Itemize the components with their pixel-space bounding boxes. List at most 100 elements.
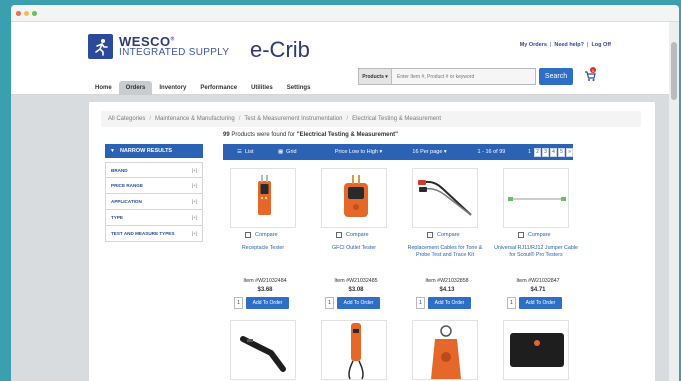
compare-label: Compare — [255, 232, 278, 238]
quantity-input[interactable]: 1 — [234, 297, 243, 309]
page-1[interactable]: 1 — [526, 148, 533, 157]
page-2[interactable]: 2 — [534, 147, 542, 157]
log-off-link[interactable]: Log Off — [591, 42, 611, 48]
list-icon: ☰ — [237, 149, 242, 155]
product-image[interactable] — [412, 168, 478, 228]
expand-filter-icon[interactable]: [+] — [192, 231, 197, 236]
add-to-order-button[interactable]: Add To Order — [246, 297, 289, 309]
checkbox-box[interactable] — [518, 232, 524, 238]
my-orders-link[interactable]: My Orders — [520, 42, 547, 48]
maximize-window-icon[interactable] — [32, 11, 37, 16]
cart-icon[interactable]: 1 — [584, 67, 596, 85]
expand-filter-icon[interactable]: [+] — [192, 168, 197, 173]
cart-count-badge: 1 — [590, 67, 596, 73]
product-name-link[interactable]: Receptacle Tester — [220, 245, 306, 252]
nav-tab-settings[interactable]: Settings — [280, 81, 318, 95]
minimize-window-icon[interactable] — [24, 11, 29, 16]
filter-type[interactable]: TYPE [+] — [105, 210, 203, 226]
filter-label: TEST AND MEASURE TYPES — [111, 231, 175, 236]
quantity-input[interactable]: 1 — [416, 297, 425, 309]
search-button[interactable]: Search — [539, 68, 573, 85]
search-category-select[interactable]: Products ▾ — [359, 69, 392, 84]
product-image[interactable] — [321, 320, 387, 380]
add-to-order-button[interactable]: Add To Order — [519, 297, 562, 309]
quantity-input[interactable]: 1 — [325, 297, 334, 309]
nav-tab-home[interactable]: Home — [88, 81, 119, 95]
product-item-number: Item #W21032484 — [243, 278, 287, 284]
checkbox-box[interactable] — [336, 232, 342, 238]
filter-application[interactable]: APPLICATION [+] — [105, 194, 203, 210]
app-brand-title: e-Crib — [250, 37, 310, 62]
expand-filter-icon[interactable]: [+] — [192, 199, 197, 204]
browser-window: WESCO® INTEGRATED SUPPLY e-Crib My Order… — [11, 5, 679, 381]
next-page[interactable]: » — [566, 147, 574, 157]
filter-label: APPLICATION — [111, 199, 142, 204]
nav-tab-performance[interactable]: Performance — [193, 81, 244, 95]
pagination: 1 2 3 4 5 » — [526, 147, 574, 157]
product-image[interactable] — [230, 320, 296, 380]
search-input[interactable] — [392, 73, 535, 80]
product-price: $3.08 — [348, 287, 364, 293]
filter-label: BRAND — [111, 167, 128, 173]
product-name-link[interactable]: GFCI Outlet Tester — [311, 245, 397, 252]
grid-icon: ▦ — [277, 149, 284, 155]
product-name-link[interactable]: Universal RJ11/RJ12 Jumper Cable for Sco… — [493, 245, 579, 259]
narrow-results-header[interactable]: ▼ NARROW RESULTS — [105, 144, 203, 158]
compare-label: Compare — [346, 232, 369, 238]
add-to-order-button[interactable]: Add To Order — [428, 297, 471, 309]
product-image[interactable] — [412, 320, 478, 380]
product-item-number: Item #W21032485 — [334, 278, 378, 284]
nav-tab-orders[interactable]: Orders — [118, 81, 153, 95]
compare-checkbox[interactable]: Compare — [245, 232, 278, 238]
scrollbar-thumb[interactable] — [671, 42, 677, 100]
runner-logo-icon — [88, 34, 113, 59]
results-toolbar: ☰ List ▦ Grid Price Low to High ▾ 16 Per… — [223, 144, 574, 160]
product-name-link[interactable]: Replacement Cables for Tone & Probe Test… — [402, 245, 488, 259]
need-help-link[interactable]: Need help? — [554, 42, 584, 48]
filter-label: TYPE — [111, 215, 123, 220]
expand-filter-icon[interactable]: [+] — [192, 183, 197, 188]
per-page-dropdown[interactable]: 16 Per page ▾ — [412, 144, 462, 160]
grid-view-button[interactable]: ▦ Grid — [278, 144, 307, 160]
product-image[interactable] — [503, 320, 569, 380]
checkbox-box[interactable] — [245, 232, 251, 238]
product-price: $3.68 — [257, 287, 273, 293]
nav-tab-utilities[interactable]: Utilities — [244, 81, 280, 95]
breadcrumb-item[interactable]: All Categories — [108, 116, 145, 122]
breadcrumb-item[interactable]: Maintenance & Manufacturing — [155, 116, 235, 122]
nav-tab-inventory[interactable]: Inventory — [152, 81, 193, 95]
list-view-button[interactable]: ☰ List — [237, 144, 264, 160]
results-count: 99 — [223, 132, 230, 138]
compare-checkbox[interactable]: Compare — [518, 232, 551, 238]
page-5[interactable]: 5 — [558, 147, 566, 157]
results-text: Products were found for — [231, 132, 296, 138]
page-3[interactable]: 3 — [542, 147, 550, 157]
wesco-logo[interactable]: WESCO® INTEGRATED SUPPLY — [88, 34, 229, 59]
product-image[interactable] — [503, 168, 569, 228]
product-price: $4.71 — [530, 287, 546, 293]
compare-checkbox[interactable]: Compare — [336, 232, 369, 238]
logo-subtitle: INTEGRATED SUPPLY — [119, 47, 230, 58]
sort-dropdown[interactable]: Price Low to High ▾ — [335, 144, 399, 160]
page-4[interactable]: 4 — [550, 147, 558, 157]
breadcrumb-item[interactable]: Test & Measurement Instrumentation — [244, 116, 342, 122]
filter-price-range[interactable]: PRICE RANGE [+] — [105, 178, 203, 194]
close-window-icon[interactable] — [16, 11, 21, 16]
checkbox-box[interactable] — [427, 232, 433, 238]
narrow-results-sidebar: ▼ NARROW RESULTS BRAND [+] PRICE RANGE [+]… — [105, 144, 203, 242]
link-separator: | — [587, 42, 589, 48]
results-query: "Electrical Testing & Measurement" — [296, 132, 399, 138]
filter-test-measure-types[interactable]: TEST AND MEASURE TYPES [+] — [105, 226, 203, 242]
search-box: Products ▾ — [358, 68, 536, 85]
product-image[interactable] — [321, 168, 387, 228]
quantity-input[interactable]: 1 — [507, 297, 516, 309]
scrollbar-track[interactable] — [669, 22, 679, 381]
top-links: My Orders | Need help? | Log Off — [520, 42, 611, 48]
compare-checkbox[interactable]: Compare — [427, 232, 460, 238]
expand-filter-icon[interactable]: [+] — [192, 215, 197, 220]
product-image[interactable] — [230, 168, 296, 228]
website: WESCO® INTEGRATED SUPPLY e-Crib My Order… — [11, 22, 669, 381]
breadcrumb-current: Electrical Testing & Measurement — [352, 116, 442, 122]
filter-brand[interactable]: BRAND [+] — [105, 162, 203, 178]
add-to-order-button[interactable]: Add To Order — [337, 297, 380, 309]
